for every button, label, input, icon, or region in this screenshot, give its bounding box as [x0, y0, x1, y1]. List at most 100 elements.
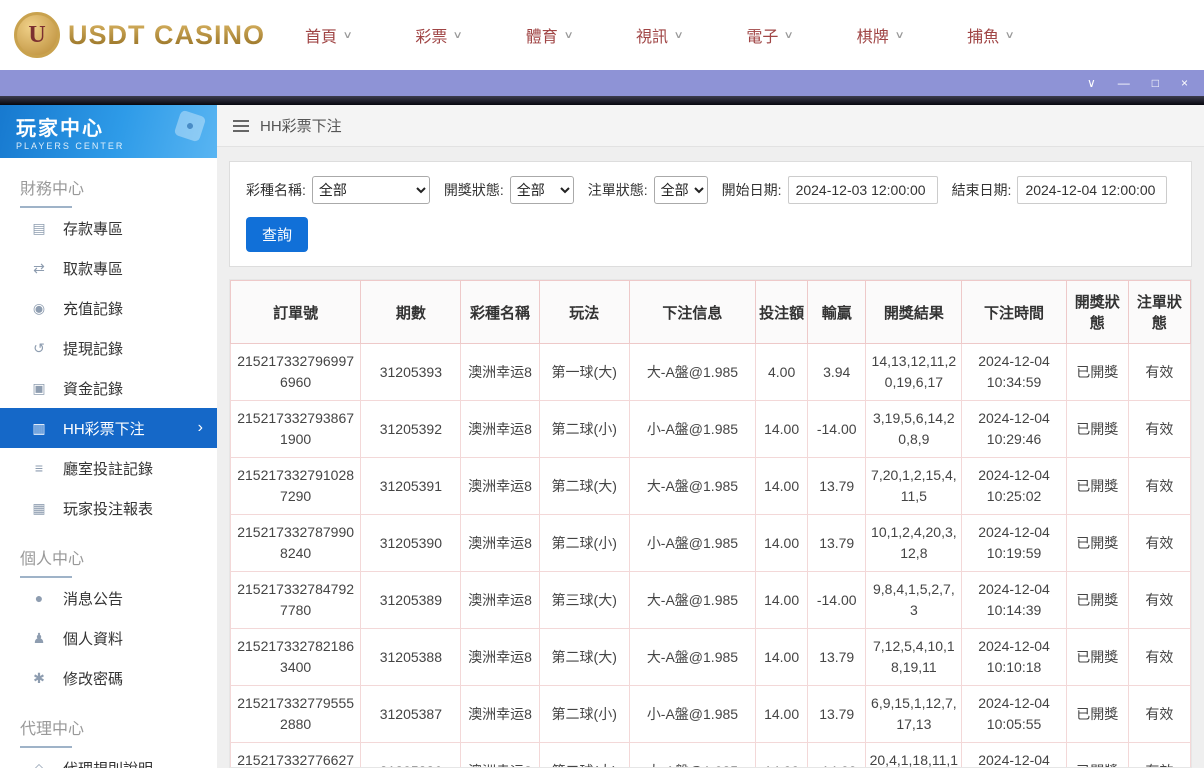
cell-bet-status: 有效 — [1127, 514, 1191, 572]
bet-status-filter-label: 注單狀態: — [587, 182, 648, 198]
sidebar-item-label: 消息公告 — [63, 590, 124, 608]
cell-order-number: 2152173327969976960 — [230, 343, 362, 401]
chevron-down-icon: ∨ — [563, 29, 574, 41]
section-title-finance: 財務中心 — [0, 158, 217, 208]
cell-bet-status: 有效 — [1127, 685, 1191, 743]
col-header-play: 玩法 — [538, 280, 630, 344]
start-date-input[interactable] — [787, 176, 938, 204]
sidebar-item-label: HH彩票下注 — [63, 420, 145, 438]
cell-bet-info: 大-A盤@1.985 — [628, 343, 757, 401]
cell-period: 31205388 — [360, 628, 462, 686]
cell-bet-time: 2024-12-04 10:19:59 — [961, 514, 1067, 572]
sidebar-item-deposit[interactable]: ▤ 存款專區 — [0, 208, 217, 248]
sidebar-item-label: 個人資料 — [63, 630, 124, 648]
cell-win-loss: -14.00 — [807, 571, 867, 629]
nav-item-electronic[interactable]: 電子 ∨ — [746, 23, 794, 47]
sidebar-item-hh-lottery-bets[interactable]: ▥ HH彩票下注 › — [0, 408, 217, 448]
sidebar-item-label: 廳室投註記錄 — [63, 460, 154, 478]
header-divider — [0, 96, 1204, 105]
cell-bet-info: 小-A盤@1.985 — [628, 400, 757, 458]
cell-draw-result: 3,19,5,6,14,20,8,9 — [865, 400, 963, 458]
cell-play-type: 第一球(大) — [538, 343, 630, 401]
close-icon[interactable]: × — [1181, 77, 1188, 89]
cell-bet-amount: 14.00 — [755, 457, 809, 515]
window-titlebar: ∨ — □ × — [0, 70, 1204, 96]
cell-draw-result: 7,20,1,2,15,4,11,5 — [865, 457, 963, 515]
table-row: 2152173327795552880 31205387 澳洲幸运8 第二球(小… — [230, 685, 1191, 743]
lottery-filter-label: 彩種名稱: — [246, 182, 306, 198]
sidebar-item-player-bet-report[interactable]: ▦ 玩家投注報表 — [0, 488, 217, 528]
announcement-icon: ● — [34, 590, 44, 606]
sidebar-item-funds-record[interactable]: ▣ 資金記錄 — [0, 368, 217, 408]
cell-draw-status: 已開獎 — [1065, 514, 1129, 572]
sidebar-item-withdraw[interactable]: ⇄ 取款專區 — [0, 248, 217, 288]
page-title: HH彩票下注 — [260, 118, 342, 135]
sidebar-item-label: 玩家投注報表 — [63, 500, 154, 518]
sidebar-item-withdrawal-record[interactable]: ↺ 提現記錄 — [0, 328, 217, 368]
nav-item-fishing[interactable]: 捕魚 ∨ — [967, 23, 1015, 47]
cell-bet-amount: 14.00 — [755, 628, 809, 686]
col-header-lottery: 彩種名稱 — [460, 280, 540, 344]
hamburger-icon[interactable] — [233, 119, 249, 132]
draw-status-filter-select[interactable]: 全部 — [509, 176, 574, 204]
sidebar-item-profile[interactable]: ♟ 個人資料 — [0, 618, 217, 658]
col-header-time: 下注時間 — [961, 280, 1067, 344]
cell-win-loss: -14.00 — [807, 400, 867, 458]
cell-bet-status: 有效 — [1127, 457, 1191, 515]
chevron-down-icon: ∨ — [342, 29, 353, 41]
lottery-bets-icon: ▥ — [32, 419, 46, 436]
col-header-draw-status: 開獎狀態 — [1065, 280, 1129, 344]
logo: U USDT CASINO — [14, 12, 265, 58]
chevron-right-icon: › — [197, 419, 203, 436]
nav-item-home[interactable]: 首頁 ∨ — [305, 23, 353, 47]
collapse-icon[interactable]: ∨ — [1087, 77, 1096, 89]
draw-status-filter-label: 開獎狀態: — [443, 182, 504, 198]
end-date-input[interactable] — [1017, 176, 1168, 204]
bet-report-icon: ▦ — [32, 499, 46, 516]
logo-text: USDT CASINO — [68, 19, 266, 50]
sidebar-item-change-password[interactable]: ✱ 修改密碼 — [0, 658, 217, 698]
chevron-down-icon: ∨ — [1004, 29, 1015, 41]
sidebar-item-room-bet-records[interactable]: ≡ 廳室投註記錄 — [0, 448, 217, 488]
bets-table-card: 訂單號 期數 彩種名稱 玩法 下注信息 投注額 輸贏 開獎結果 下注時間 開獎狀… — [229, 279, 1192, 768]
cell-play-type: 第二球(小) — [538, 514, 630, 572]
nav-item-sports[interactable]: 體育 ∨ — [526, 23, 574, 47]
cell-bet-status: 有效 — [1127, 343, 1191, 401]
cell-draw-status: 已開獎 — [1065, 742, 1129, 767]
minimize-icon[interactable]: — — [1118, 77, 1130, 89]
filter-panel: 彩種名稱: 全部 開獎狀態: 全部 注單狀態: 全部 開始日期: 結束日期: 查… — [229, 161, 1192, 267]
breadcrumb: HH彩票下注 — [217, 105, 1204, 147]
cell-period: 31205390 — [360, 514, 462, 572]
table-row: 2152173327847927780 31205389 澳洲幸运8 第三球(大… — [230, 571, 1191, 629]
cell-win-loss: 13.79 — [807, 514, 867, 572]
maximize-icon[interactable]: □ — [1152, 77, 1159, 89]
cell-draw-result: 14,13,12,11,20,19,6,17 — [865, 343, 963, 401]
sidebar-item-announcements[interactable]: ● 消息公告 — [0, 578, 217, 618]
bets-table: 訂單號 期數 彩種名稱 玩法 下注信息 投注額 輸贏 開獎結果 下注時間 開獎狀… — [230, 280, 1191, 767]
sidebar-item-label: 資金記錄 — [63, 380, 124, 398]
cell-draw-status: 已開獎 — [1065, 628, 1129, 686]
nav-item-chess[interactable]: 棋牌 ∨ — [857, 23, 905, 47]
cell-win-loss: 13.79 — [807, 685, 867, 743]
col-header-bet-status: 注單狀態 — [1127, 280, 1191, 344]
cell-draw-result: 7,12,5,4,10,18,19,11 — [865, 628, 963, 686]
cell-order-number: 2152173327795552880 — [230, 685, 362, 743]
sidebar-item-recharge-record[interactable]: ◉ 充值記錄 — [0, 288, 217, 328]
nav-item-lottery[interactable]: 彩票 ∨ — [415, 23, 464, 47]
sidebar-item-agent-rules[interactable]: ◇ 代理規則說明 — [0, 748, 217, 768]
sidebar: 玩家中心 PLAYERS CENTER 財務中心 ▤ 存款專區 ⇄ 取款專區 ◉… — [0, 105, 217, 768]
lottery-filter-select[interactable]: 全部 — [311, 176, 430, 204]
bet-status-filter-select[interactable]: 全部 — [653, 176, 708, 204]
cell-draw-result: 6,9,15,1,12,7,17,13 — [865, 685, 963, 743]
table-header-row: 訂單號 期數 彩種名稱 玩法 下注信息 投注額 輸贏 開獎結果 下注時間 開獎狀… — [230, 280, 1191, 344]
cell-win-loss: -14.00 — [807, 742, 867, 767]
chevron-down-icon: ∨ — [452, 29, 464, 41]
cell-play-type: 第三球(大) — [538, 571, 630, 629]
col-header-order: 訂單號 — [230, 280, 362, 344]
cell-bet-amount: 14.00 — [755, 571, 809, 629]
search-button[interactable]: 查詢 — [246, 217, 309, 252]
section-title-personal: 個人中心 — [0, 528, 217, 578]
table-row: 2152173327766277410 31205386 澳洲幸运8 第二球(大… — [230, 742, 1191, 767]
start-date-label: 開始日期: — [721, 182, 782, 198]
nav-item-video[interactable]: 視訊 ∨ — [636, 23, 684, 47]
